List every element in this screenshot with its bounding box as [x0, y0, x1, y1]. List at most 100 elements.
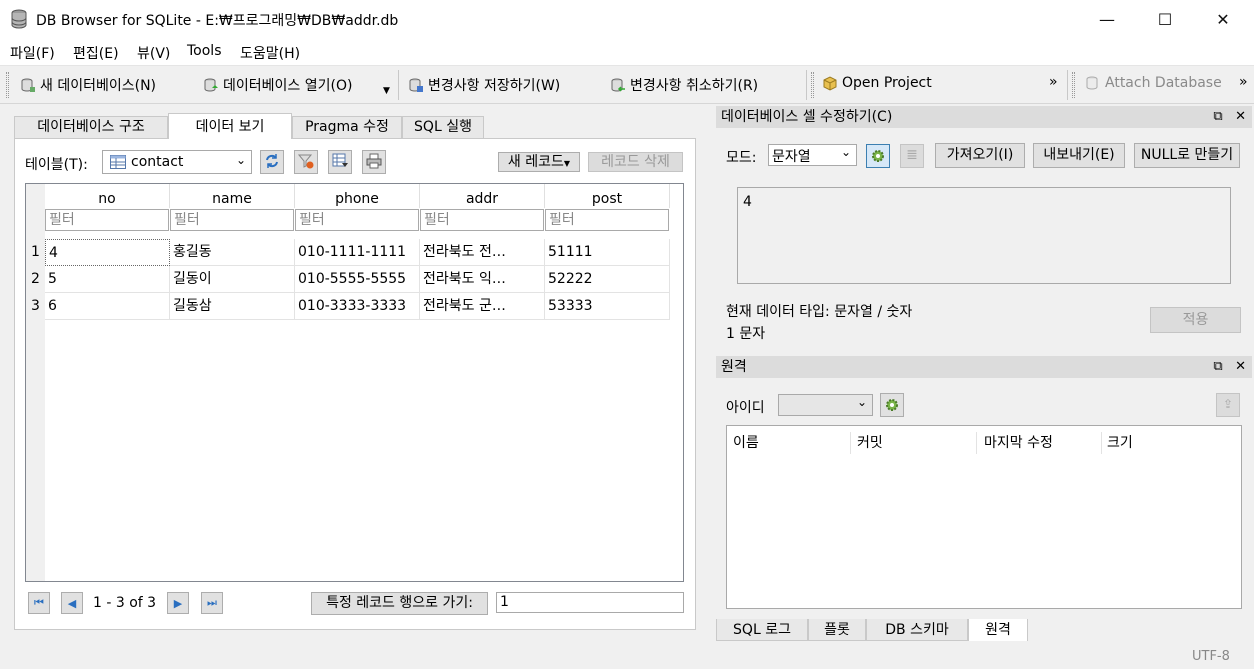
- mode-select[interactable]: 문자열 ⌄: [768, 144, 857, 166]
- goto-record-button[interactable]: 특정 레코드 행으로 가기:: [311, 592, 488, 615]
- close-dock-icon[interactable]: ✕: [1235, 359, 1246, 374]
- print-button[interactable]: [362, 150, 386, 174]
- filter-input-no[interactable]: 필터: [45, 209, 169, 231]
- filter-input-name[interactable]: 필터: [170, 209, 294, 231]
- column-header-phone[interactable]: phone: [295, 184, 420, 208]
- table-cell[interactable]: 010-1111-1111: [295, 239, 420, 266]
- table-cell[interactable]: 전라북도 군…: [420, 293, 545, 320]
- toolbar-grip[interactable]: [811, 72, 814, 98]
- apply-button[interactable]: 적용: [1150, 307, 1241, 333]
- open-database-dropdown-icon[interactable]: ▼: [383, 86, 390, 96]
- table-cell[interactable]: 010-5555-5555: [295, 266, 420, 293]
- next-page-button[interactable]: ▶: [167, 592, 189, 614]
- filter-input-phone[interactable]: 필터: [295, 209, 419, 231]
- new-database-button[interactable]: 새 데이터베이스(N): [20, 75, 156, 95]
- identity-select[interactable]: ⌄: [778, 394, 873, 416]
- float-dock-icon[interactable]: ⧉: [1213, 359, 1222, 374]
- tab-execute-sql[interactable]: SQL 실행: [402, 116, 484, 138]
- menu-file[interactable]: 파일(F): [10, 43, 55, 63]
- tab-remote[interactable]: 원격: [968, 619, 1028, 641]
- column-header-size[interactable]: 크기: [1107, 432, 1133, 452]
- row-number[interactable]: 1: [26, 239, 45, 266]
- tab-db-schema[interactable]: DB 스키마: [866, 619, 968, 641]
- save-filter-button[interactable]: [328, 150, 352, 174]
- row-number[interactable]: 3: [26, 293, 45, 320]
- column-header-last-modified[interactable]: 마지막 수정: [984, 432, 1102, 454]
- minimize-button[interactable]: —: [1078, 0, 1136, 38]
- table-cell[interactable]: 53333: [545, 293, 670, 320]
- toolbar-grip[interactable]: [1072, 72, 1075, 98]
- refresh-button[interactable]: [260, 150, 284, 174]
- last-page-button[interactable]: ⏭: [201, 592, 223, 614]
- open-database-button[interactable]: 데이터베이스 열기(O): [203, 75, 352, 95]
- table-cell[interactable]: 010-3333-3333: [295, 293, 420, 320]
- first-page-button[interactable]: ⏮: [28, 592, 50, 614]
- column-header-post[interactable]: post: [545, 184, 670, 208]
- table-cell[interactable]: 52222: [545, 266, 670, 293]
- revert-changes-button[interactable]: 변경사항 취소하기(R): [610, 75, 758, 95]
- close-button[interactable]: ✕: [1194, 0, 1252, 38]
- table-cell[interactable]: 6: [45, 293, 170, 320]
- column-header-commit[interactable]: 커밋: [857, 432, 977, 454]
- goto-record-input[interactable]: 1: [496, 592, 684, 613]
- menu-view[interactable]: 뷰(V): [137, 43, 170, 63]
- table-label: 테이블(T):: [25, 157, 88, 173]
- open-project-button[interactable]: Open Project: [822, 75, 932, 91]
- auto-format-button[interactable]: [866, 144, 890, 168]
- toolbar-grip[interactable]: [6, 72, 9, 98]
- table-row[interactable]: 1 4 홍길동 010-1111-1111 전라북도 전… 51111: [26, 239, 670, 266]
- float-dock-icon[interactable]: ⧉: [1213, 109, 1222, 124]
- attach-database-button[interactable]: Attach Database: [1085, 75, 1222, 91]
- table-cell[interactable]: 51111: [545, 239, 670, 266]
- table-row[interactable]: 2 5 길동이 010-5555-5555 전라북도 익… 52222: [26, 266, 670, 293]
- menu-edit[interactable]: 편집(E): [73, 43, 119, 63]
- remote-list[interactable]: 이름 커밋 마지막 수정 크기: [726, 425, 1242, 609]
- database-icon: [11, 9, 27, 29]
- maximize-button[interactable]: ☐: [1136, 0, 1194, 38]
- toolbar-overflow-button-2[interactable]: »: [1239, 74, 1248, 90]
- table-select[interactable]: contact ⌄: [102, 150, 252, 174]
- menu-help[interactable]: 도움말(H): [240, 43, 300, 63]
- word-wrap-button[interactable]: ≣: [900, 144, 924, 168]
- clear-filters-button[interactable]: [294, 150, 318, 174]
- toolbar-overflow-button[interactable]: »: [1049, 74, 1058, 90]
- data-grid: no name phone addr post 필터 필터 필터 필터 필터 1…: [25, 183, 684, 582]
- write-changes-button[interactable]: 변경사항 저장하기(W): [408, 75, 560, 95]
- column-header-name[interactable]: 이름: [733, 432, 851, 454]
- set-null-button[interactable]: NULL로 만들기: [1134, 143, 1240, 168]
- tab-edit-pragmas[interactable]: Pragma 수정: [292, 116, 402, 138]
- push-database-button[interactable]: ⇪: [1216, 393, 1240, 417]
- cell-value-editor[interactable]: 4: [737, 187, 1231, 284]
- table-select-value: contact: [131, 154, 184, 170]
- row-number[interactable]: 2: [26, 266, 45, 293]
- table-cell[interactable]: 전라북도 전…: [420, 239, 545, 266]
- table-cell[interactable]: 5: [45, 266, 170, 293]
- column-header-name[interactable]: name: [170, 184, 295, 208]
- table-cell[interactable]: 홍길동: [170, 239, 295, 266]
- status-bar: UTF-8: [0, 645, 1254, 669]
- table-cell[interactable]: 전라북도 익…: [420, 266, 545, 293]
- table-cell[interactable]: 길동삼: [170, 293, 295, 320]
- delete-record-button[interactable]: 레코드 삭제: [588, 152, 683, 172]
- tab-database-structure[interactable]: 데이터베이스 구조: [14, 116, 168, 138]
- table-cell[interactable]: 길동이: [170, 266, 295, 293]
- close-dock-icon[interactable]: ✕: [1235, 109, 1246, 124]
- tab-plot[interactable]: 플롯: [808, 619, 866, 641]
- table-cell-selected[interactable]: 4: [45, 239, 170, 266]
- column-header-no[interactable]: no: [45, 184, 170, 208]
- import-button[interactable]: 가져오기(I): [935, 143, 1025, 168]
- identity-settings-button[interactable]: [880, 393, 904, 417]
- menu-tools[interactable]: Tools: [187, 43, 222, 59]
- filter-input-post[interactable]: 필터: [545, 209, 669, 231]
- column-header-addr[interactable]: addr: [420, 184, 545, 208]
- table-row[interactable]: 3 6 길동삼 010-3333-3333 전라북도 군… 53333: [26, 293, 670, 320]
- previous-page-button[interactable]: ◀: [61, 592, 83, 614]
- attach-database-icon: [1086, 76, 1098, 90]
- new-record-button[interactable]: 새 레코드▼: [498, 152, 580, 172]
- tab-browse-data[interactable]: 데이터 보기: [168, 113, 292, 139]
- push-icon: ⇪: [1222, 397, 1234, 411]
- filter-input-addr[interactable]: 필터: [420, 209, 544, 231]
- data-type-info: 현재 데이터 타입: 문자열 / 숫자: [726, 304, 913, 320]
- export-button[interactable]: 내보내기(E): [1033, 143, 1125, 168]
- tab-sql-log[interactable]: SQL 로그: [716, 619, 808, 641]
